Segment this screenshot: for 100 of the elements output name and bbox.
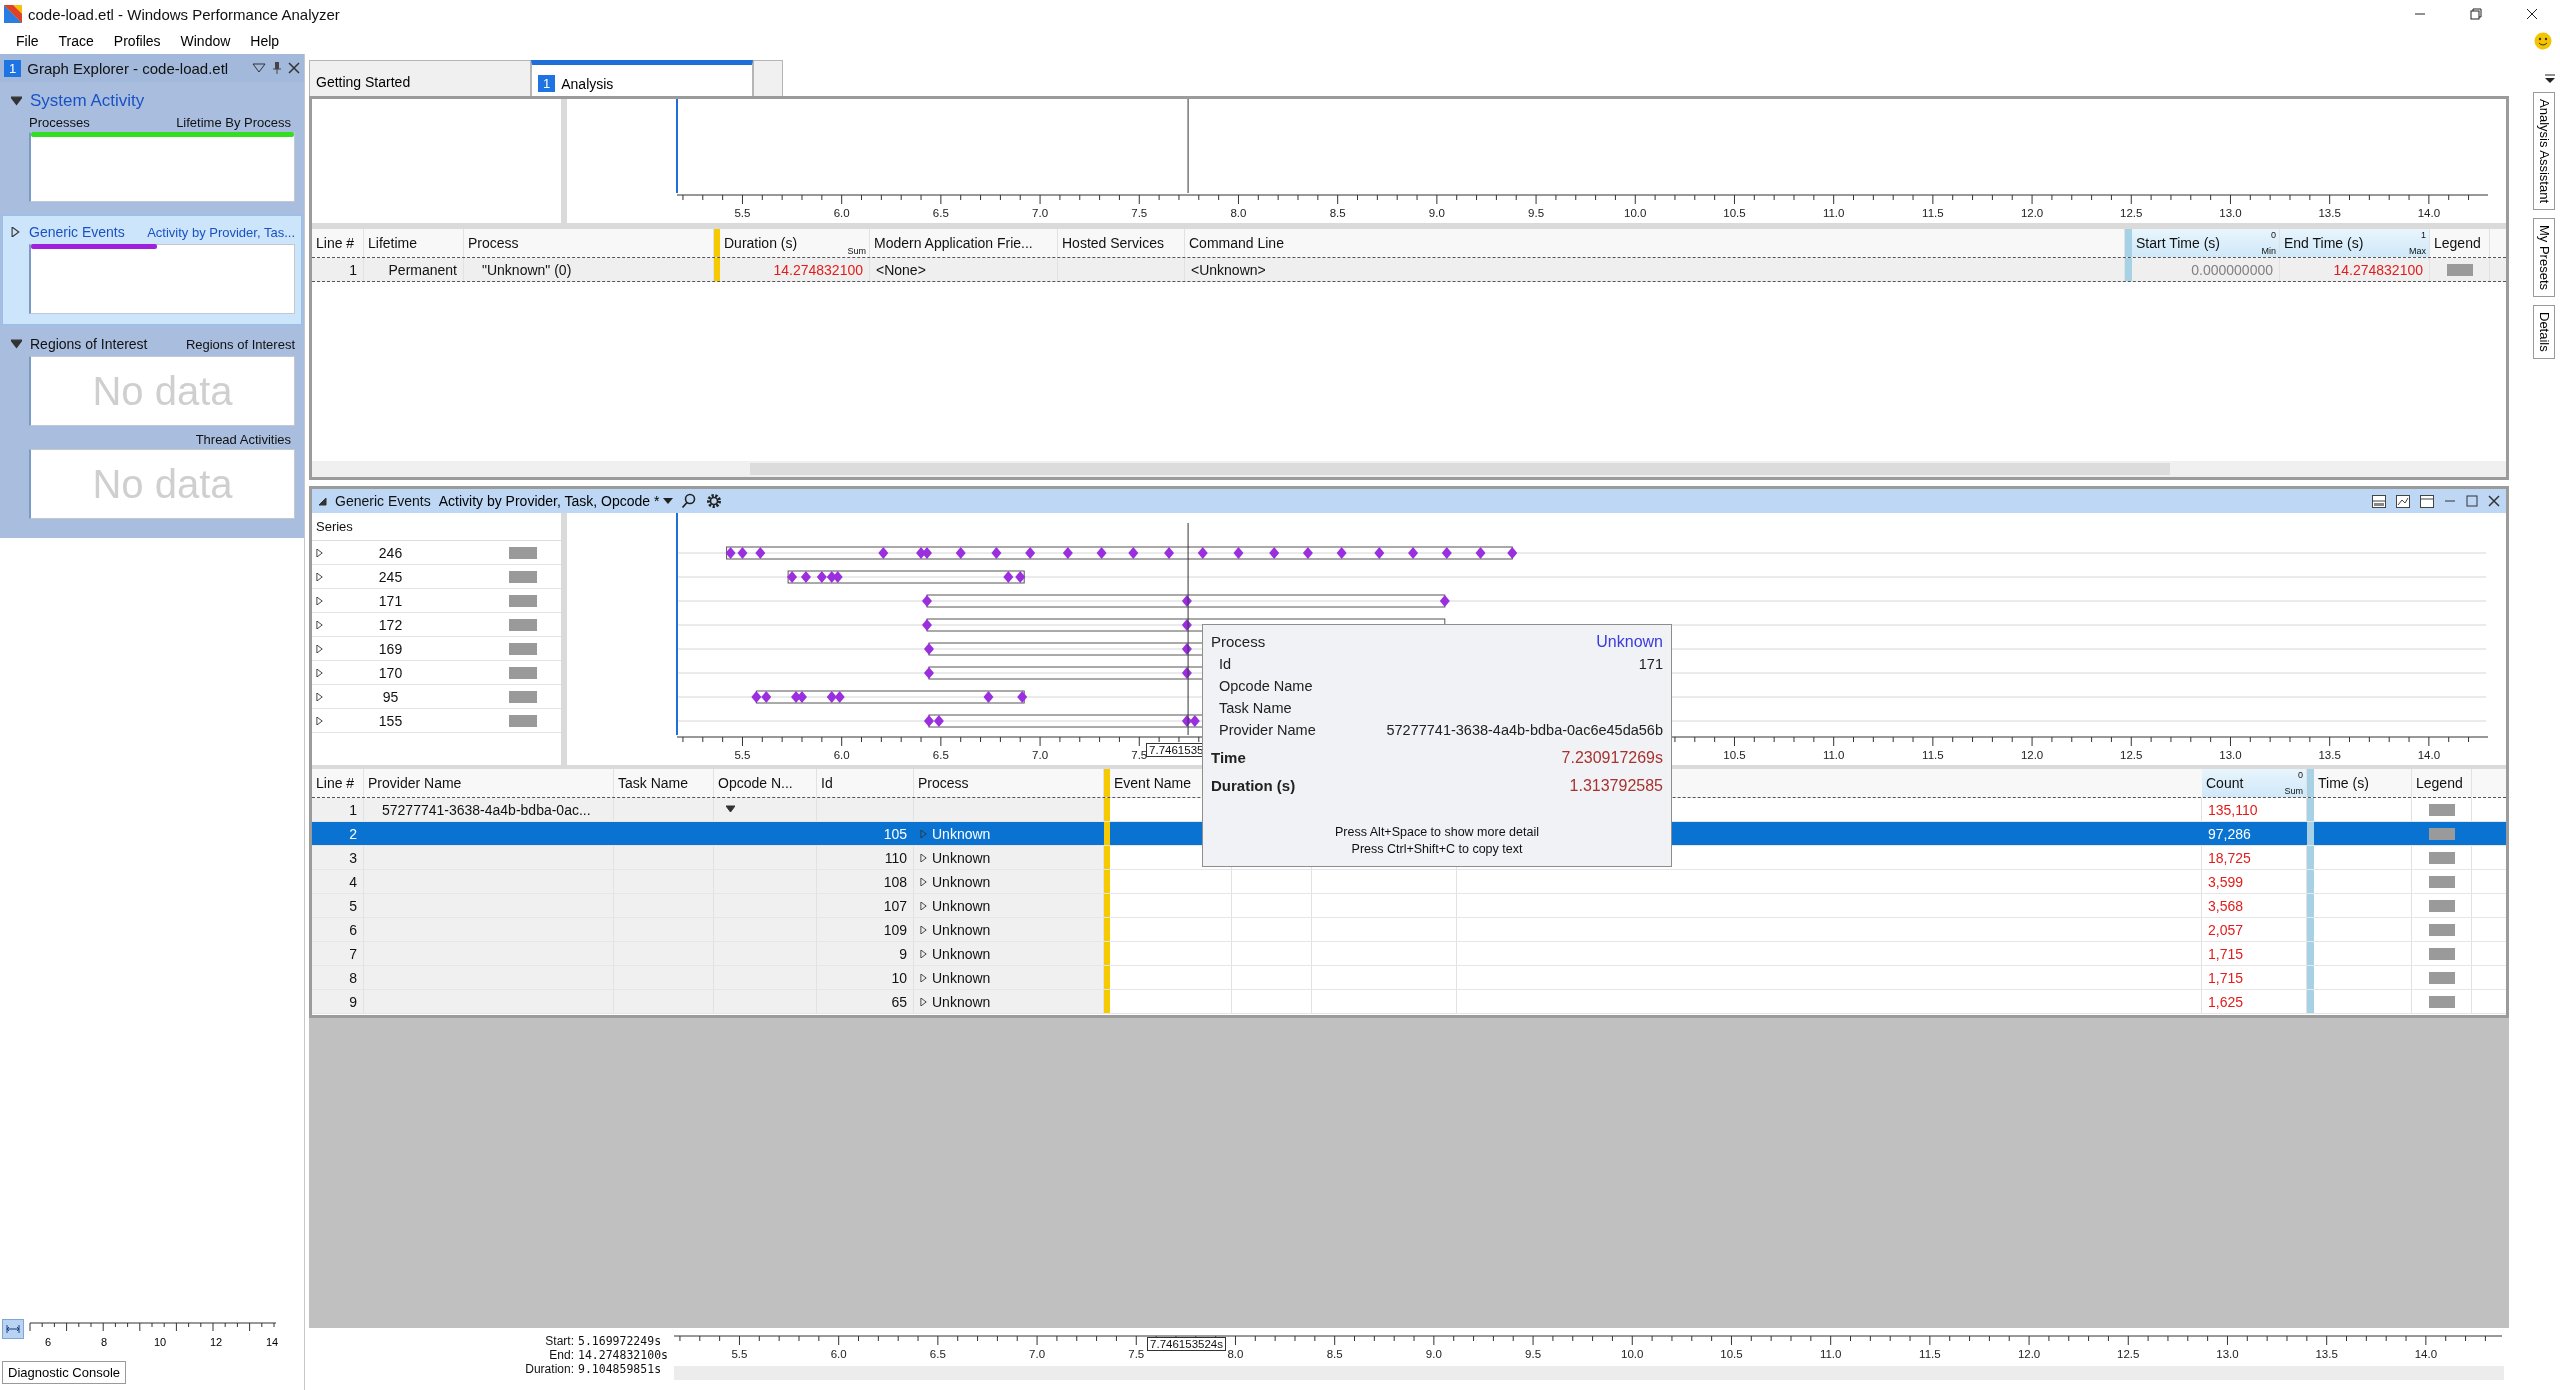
series-label: 172 (377, 616, 404, 633)
axis-label: 9.5 (1525, 1348, 1542, 1360)
column-label: Process (468, 235, 519, 251)
column-label: Duration (s) (724, 235, 798, 251)
tooltip-label: Time (1211, 748, 1246, 768)
axis-label: 9.0 (1425, 1348, 1442, 1360)
tooltip-label: Provider Name (1219, 721, 1316, 740)
table-cell: 0.000000000 (2191, 261, 2273, 278)
column-label: Process (918, 775, 969, 791)
axis-label: 10.0 (1621, 1348, 1644, 1360)
axis-label: 7.0 (1032, 749, 1049, 761)
series-label: 245 (377, 568, 404, 585)
tooltip-value: 171 (1638, 655, 1663, 674)
column-label: Count (2206, 775, 2244, 791)
axis-label: 13.0 (2219, 749, 2242, 761)
table-cell: <None> (876, 261, 926, 278)
axis-label: 11.0 (1822, 749, 1845, 761)
table-cell: Unknown (932, 849, 991, 866)
table-cell: 65 (891, 993, 907, 1010)
axis-label: 13.0 (2216, 1348, 2239, 1360)
table-cell: 109 (883, 921, 907, 938)
axis-label: 10.5 (1720, 1348, 1743, 1360)
column-label: Legend (2434, 235, 2481, 251)
axis-label: 12.0 (2020, 207, 2044, 219)
table-cell: 97,286 (2208, 825, 2251, 842)
table-cell: Permanent (388, 261, 457, 278)
table-cell: 3 (349, 849, 357, 866)
column-label: Provider Name (368, 775, 462, 791)
axis-label: 7.5 (1131, 749, 1148, 761)
tooltip-value: 1.313792585 (1569, 776, 1663, 796)
aggregate-label: Sum (847, 246, 866, 256)
table-cell: 3,568 (2208, 897, 2244, 914)
table-cell: Unknown (932, 969, 991, 986)
tooltip-value: 57277741-3638-4a4b-bdba-0ac6e45da56b (1386, 721, 1663, 740)
column-label: End Time (s) (2284, 235, 2364, 251)
table-cell: "Unknown" (0) (482, 261, 572, 278)
table-cell: 135,110 (2208, 801, 2258, 818)
aggregate-label: Min (2261, 246, 2276, 256)
table-cell: 6 (349, 921, 357, 938)
table-cell: 2,057 (2208, 921, 2244, 938)
axis-label: 7.5 (1128, 1348, 1145, 1360)
window-number-badge: 1 (4, 59, 22, 77)
axis-label: 12.0 (2017, 1348, 2041, 1360)
axis-label: 11.5 (1922, 749, 1944, 761)
sort-index: 1 (2421, 230, 2426, 240)
tooltip-value: Unknown (1596, 632, 1663, 652)
axis-label: 8.0 (1227, 1348, 1244, 1360)
axis-label: 6.5 (932, 207, 949, 219)
table-cell: Unknown (932, 921, 991, 938)
axis-label: 12.5 (2120, 207, 2143, 219)
axis-label: 14 (265, 1336, 278, 1348)
table-cell: 1,715 (2208, 969, 2244, 986)
column-label: Modern Application Frie... (874, 235, 1033, 251)
aggregate-label: Max (2409, 246, 2426, 256)
table-cell: 7 (349, 945, 357, 962)
series-header: Series (316, 519, 353, 534)
column-label: Hosted Services (1062, 235, 1164, 251)
graph-caption: Processes (29, 115, 90, 130)
table-cell: 14.274832100 (2333, 261, 2423, 278)
axis-label: 8.5 (1329, 207, 1346, 219)
tooltip-value: 7.230917269s (1561, 748, 1663, 768)
table-cell: 9 (349, 993, 357, 1010)
panel-title: Generic Events (335, 493, 431, 509)
table-cell: Unknown (932, 993, 991, 1010)
table-cell: 8 (349, 969, 357, 986)
axis-label: 7.0 (1032, 207, 1049, 219)
table-cell: 3,599 (2208, 873, 2244, 890)
series-label: 246 (377, 544, 404, 561)
column-label: Lifetime (368, 235, 418, 251)
tooltip-label: Id (1219, 655, 1232, 674)
range-label: Start: (544, 1334, 574, 1348)
axis-label: 10.5 (1723, 207, 1746, 219)
graph-title: Regions of Interest (185, 336, 295, 352)
graph-title: Activity by Provider, Tas... (147, 224, 295, 240)
axis-label: 12.0 (2020, 749, 2044, 761)
table-cell: 4 (349, 873, 357, 890)
axis-label: 5.5 (734, 207, 751, 219)
axis-label: 9.0 (1428, 207, 1445, 219)
axis-label: 6.5 (932, 749, 949, 761)
axis-label: 12 (209, 1336, 223, 1348)
axis-label: 13.5 (2318, 207, 2341, 219)
graph-caption: Thread Activities (195, 432, 291, 447)
axis-label: 14.0 (2414, 1348, 2438, 1360)
column-label: Time (s) (2318, 775, 2369, 791)
panel-title: Graph Explorer - code-load.etl (27, 59, 229, 77)
table-cell: Unknown (932, 873, 991, 890)
axis-label: 12.5 (2117, 1348, 2140, 1360)
column-label: Line # (316, 775, 355, 791)
table-cell: 10 (891, 969, 907, 986)
range-label: End: (548, 1348, 574, 1362)
axis-label: 7.0 (1029, 1348, 1046, 1360)
axis-label: 7.5 (1131, 207, 1148, 219)
cursor-time-label: 7.746153524s (1147, 1337, 1226, 1351)
axis-label: 10 (153, 1336, 167, 1348)
axis-label: 8 (100, 1336, 108, 1348)
tooltip-label: Opcode Name (1219, 677, 1313, 696)
table-cell: <Unknown> (1191, 261, 1266, 278)
axis-label: 11.5 (1922, 207, 1944, 219)
sort-index: 0 (2271, 230, 2276, 240)
axis-label: 11.0 (1819, 1348, 1842, 1360)
